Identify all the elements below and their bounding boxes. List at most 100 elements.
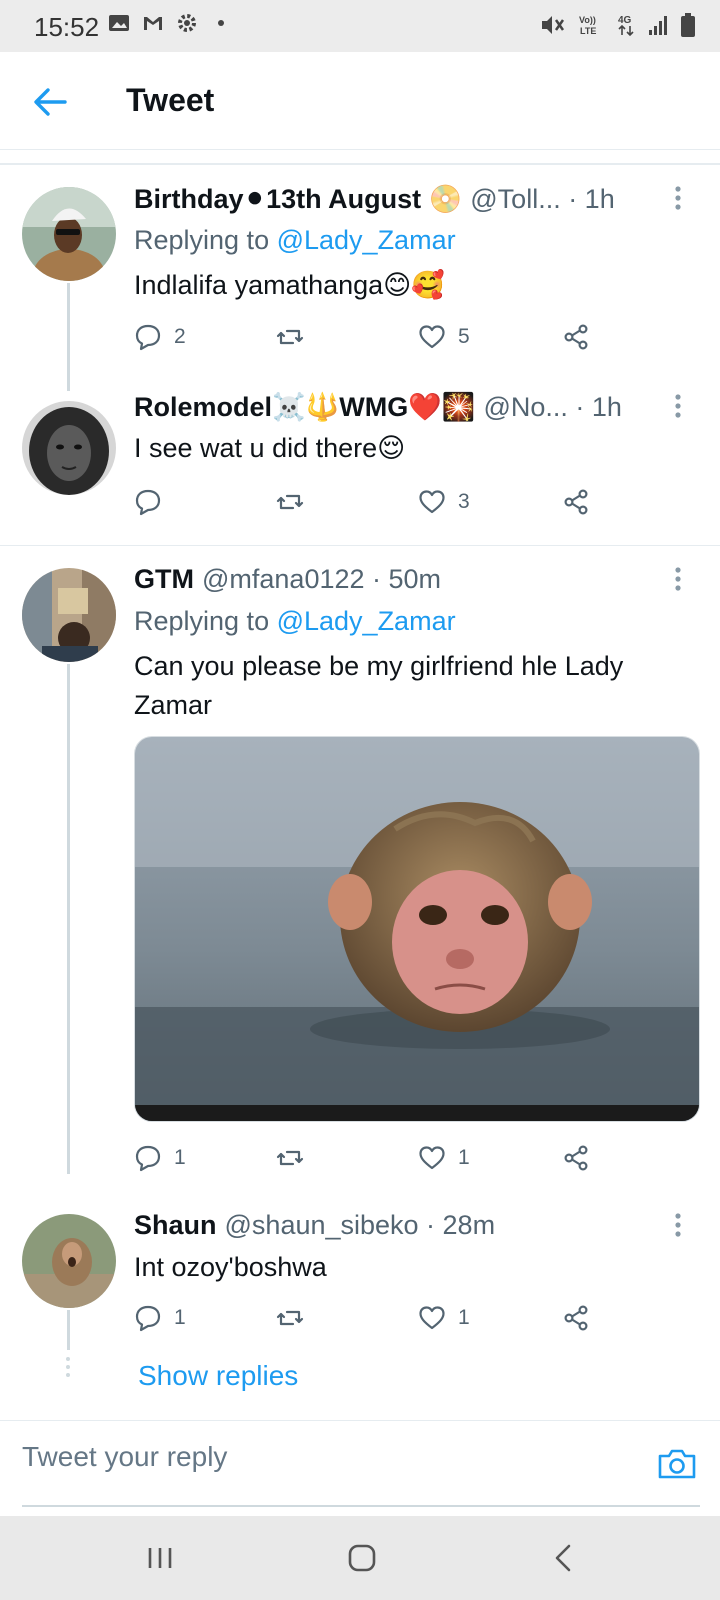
speech-bubble-icon	[135, 1145, 161, 1172]
share-icon	[564, 1305, 588, 1331]
recents-button[interactable]	[140, 1538, 180, 1578]
mention-link[interactable]: @Lady_Zamar	[277, 606, 456, 636]
thread-line	[67, 1310, 70, 1350]
thread-line	[67, 664, 70, 1174]
reply-button[interactable]: 2	[134, 323, 186, 351]
camera-icon[interactable]	[656, 1443, 698, 1485]
retweet-icon	[276, 494, 304, 510]
speech-bubble-icon	[135, 1305, 161, 1332]
heart-icon	[419, 1146, 445, 1170]
reply-underline	[22, 1505, 700, 1507]
avatar-image	[22, 1214, 116, 1308]
more-options-icon[interactable]	[670, 185, 686, 213]
display-name[interactable]: Birthday⚫13th August 📀	[134, 183, 462, 215]
reply-button[interactable]	[134, 488, 174, 516]
replying-to: Replying to @Lady_Zamar	[134, 225, 456, 255]
tweet-header: Shaun @shaun_sibeko · 28m	[134, 1210, 495, 1241]
retweet-button[interactable]	[276, 488, 316, 516]
reply-button[interactable]: 1	[134, 1144, 186, 1172]
4g-icon: 4G	[618, 15, 634, 37]
reply-input[interactable]: Tweet your reply	[22, 1441, 582, 1473]
display-name[interactable]: Shaun	[134, 1210, 217, 1241]
tweet-header: GTM @mfana0122 · 50m	[134, 564, 441, 595]
system-nav-bar	[0, 1516, 720, 1600]
status-time: 15:52	[34, 12, 100, 42]
reply-composer: Tweet your reply	[0, 1420, 720, 1516]
share-icon	[564, 489, 588, 515]
avatar-image	[22, 401, 116, 495]
tweet-header: Rolemodel☠️🔱WMG❤️🎇 @No... · 1h	[134, 391, 622, 423]
app-header: Tweet	[0, 52, 720, 150]
recents-icon	[148, 1548, 172, 1568]
avatar[interactable]	[22, 187, 116, 281]
reply-count: 1	[174, 1146, 186, 1169]
tweet-text: Can you please be my girlfriend hle Lady…	[134, 651, 624, 720]
show-replies-link[interactable]: Show replies	[138, 1360, 298, 1392]
mute-icon	[542, 16, 565, 34]
retweet-button[interactable]	[276, 1304, 316, 1332]
tweet-actions: 1 1	[134, 1304, 614, 1344]
handle-time: @No... · 1h	[483, 391, 622, 422]
speech-bubble-icon	[135, 324, 161, 351]
reply-count: 2	[174, 325, 186, 348]
share-icon	[564, 324, 588, 350]
tweet-1[interactable]: Birthday⚫13th August 📀 @Toll... · 1h Rep…	[0, 165, 720, 535]
more-options-icon[interactable]	[670, 566, 686, 594]
tweet-actions: 3	[134, 488, 614, 528]
tweet-header: Birthday⚫13th August 📀 @Toll... · 1h	[134, 183, 615, 215]
tweet-text: I see wat u did there😌	[134, 433, 406, 463]
avatar[interactable]	[22, 568, 116, 662]
more-options-icon[interactable]	[670, 1212, 686, 1240]
tweet-actions: 2 5	[134, 323, 614, 363]
back-nav-button[interactable]	[544, 1538, 584, 1578]
share-button[interactable]	[562, 1144, 590, 1172]
reply-button[interactable]: 1	[134, 1304, 186, 1332]
gear-icon	[178, 14, 196, 32]
heart-icon	[419, 490, 445, 514]
arrow-left-icon	[34, 88, 67, 116]
tweet-text: Int ozoy'boshwa	[134, 1252, 327, 1282]
battery-icon	[681, 13, 695, 37]
monkey-photo	[135, 737, 699, 1121]
gmail-icon	[144, 17, 162, 30]
like-button[interactable]: 3	[418, 488, 470, 516]
home-icon	[348, 1544, 376, 1572]
avatar[interactable]	[22, 1214, 116, 1308]
dot-icon	[218, 20, 224, 26]
like-count: 1	[458, 1146, 470, 1169]
display-name[interactable]: GTM	[134, 564, 194, 595]
svg-text:4G: 4G	[618, 15, 632, 26]
mention-link[interactable]: @Lady_Zamar	[277, 225, 456, 255]
tweet-media-image[interactable]	[134, 736, 700, 1122]
retweet-icon	[276, 1310, 304, 1326]
reply-count: 1	[174, 1306, 186, 1329]
home-button[interactable]	[342, 1538, 382, 1578]
handle-time: @Toll... · 1h	[470, 183, 615, 214]
more-options-icon[interactable]	[670, 393, 686, 421]
like-button[interactable]: 1	[418, 1304, 470, 1332]
avatar-image	[22, 187, 116, 281]
tweet-4[interactable]: Shaun @shaun_sibeko · 28m Int ozoy'boshw…	[0, 1192, 720, 1412]
retweet-button[interactable]	[276, 1144, 316, 1172]
like-count: 1	[458, 1306, 470, 1329]
share-icon	[564, 1145, 588, 1171]
handle-time: @shaun_sibeko · 28m	[224, 1210, 496, 1240]
thread-dots-icon	[66, 1357, 70, 1377]
display-name[interactable]: Rolemodel☠️🔱WMG❤️🎇	[134, 391, 475, 423]
like-button[interactable]: 1	[418, 1144, 470, 1172]
share-button[interactable]	[562, 1304, 590, 1332]
thread-line	[67, 283, 70, 391]
retweet-icon	[276, 329, 304, 345]
share-button[interactable]	[562, 488, 590, 516]
like-count: 3	[458, 490, 470, 513]
gallery-icon	[109, 15, 129, 31]
page-title: Tweet	[126, 82, 215, 118]
heart-icon	[419, 325, 445, 349]
retweet-button[interactable]	[276, 323, 316, 351]
share-button[interactable]	[562, 323, 590, 351]
back-button[interactable]	[28, 80, 72, 124]
like-count: 5	[458, 325, 470, 348]
like-button[interactable]: 5	[418, 323, 470, 351]
replying-to: Replying to @Lady_Zamar	[134, 606, 456, 636]
avatar[interactable]	[22, 401, 116, 495]
